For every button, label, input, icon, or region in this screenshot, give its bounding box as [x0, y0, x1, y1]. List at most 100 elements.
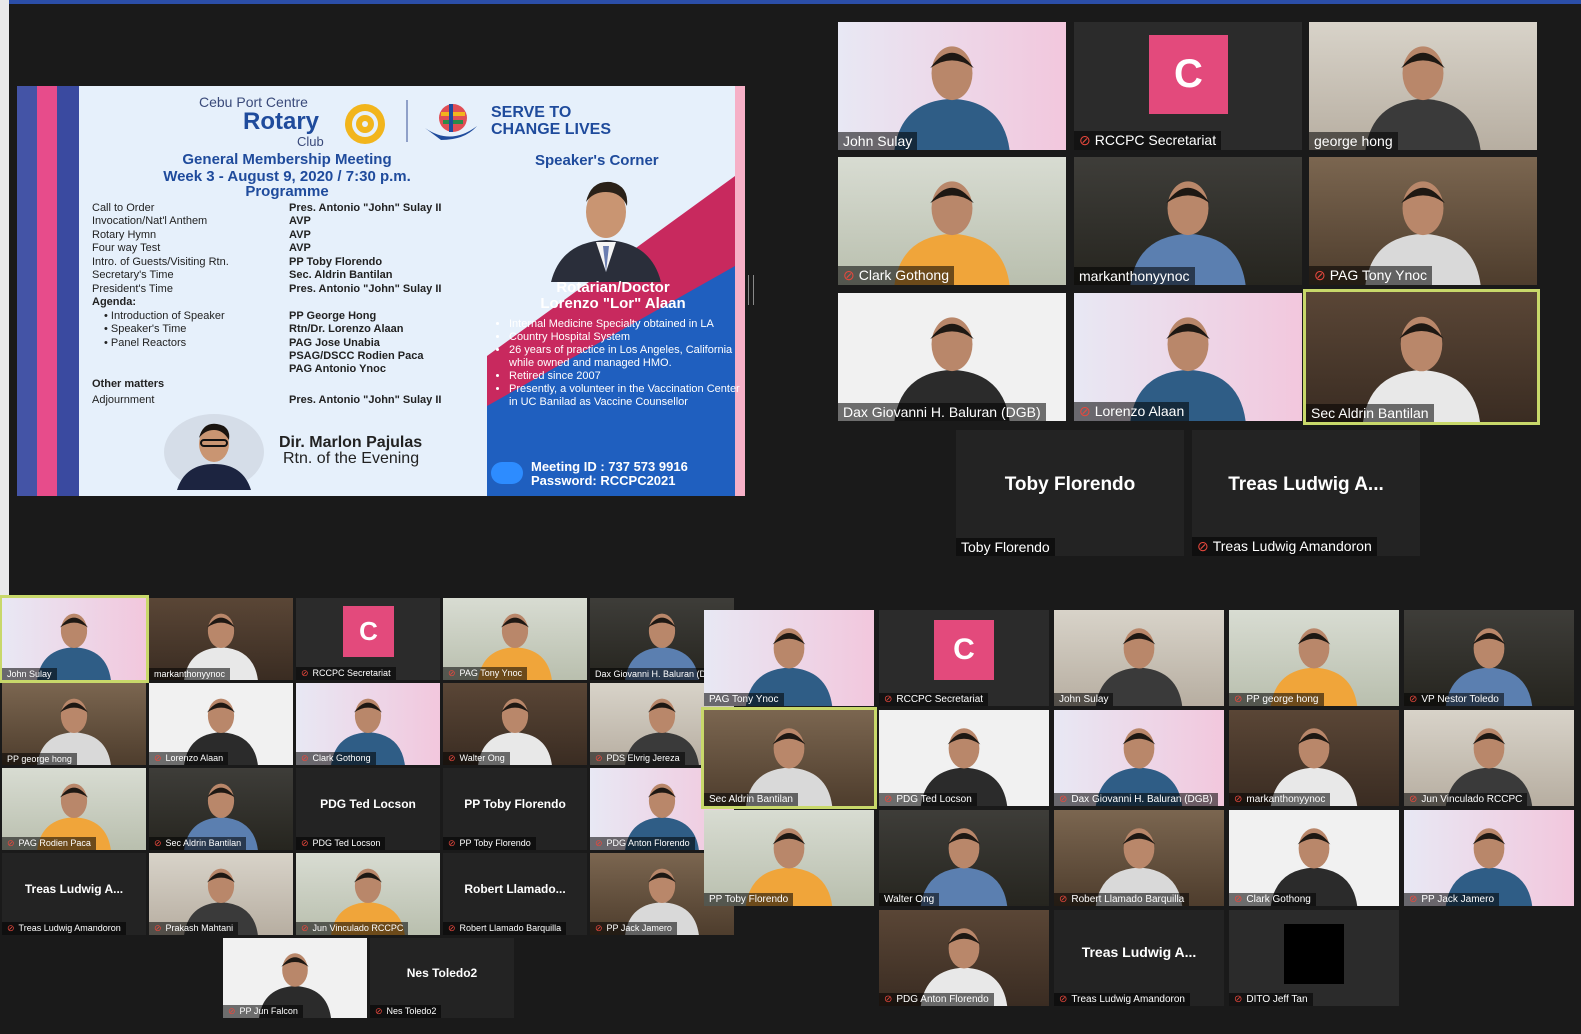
muted-mic-icon: ⊘	[7, 838, 15, 848]
participant-tile[interactable]: ⊘ PAG Rodien Paca	[2, 768, 146, 850]
participant-name: Treas Ludwig Amandoron	[18, 923, 121, 933]
muted-mic-icon: ⊘	[1079, 403, 1091, 419]
participant-tile[interactable]: ⊘ Clark Gothong	[296, 683, 440, 765]
participant-name: markanthonyynoc	[1079, 268, 1190, 284]
participant-video	[838, 22, 1066, 150]
programme-item-label: Adjournment	[92, 394, 155, 406]
participant-tile[interactable]: John Sulay	[0, 595, 149, 683]
participant-name: RCCPC Secretariat	[1094, 132, 1217, 148]
speaker-bio-item: Presently, a volunteer in the Vaccinatio…	[509, 383, 745, 409]
participant-tile[interactable]: ⊘ markanthonyynoc	[1229, 710, 1399, 806]
participant-tile[interactable]: ⊘ Jun Vinculado RCCPC	[1404, 710, 1574, 806]
participant-name-label: ⊘ Lorenzo Alaan	[149, 752, 229, 765]
participant-video	[1229, 810, 1399, 906]
participant-tile[interactable]: C ⊘ RCCPC Secretariat	[1074, 22, 1302, 150]
participant-tile[interactable]: ⊘ PAG Tony Ynoc	[1309, 157, 1537, 285]
muted-mic-icon: ⊘	[301, 838, 309, 848]
participant-tile[interactable]: ⊘ PAG Tony Ynoc	[443, 598, 587, 680]
muted-mic-icon: ⊘	[1234, 894, 1243, 905]
participant-tile[interactable]: ⊘ Sec Aldrin Bantilan	[149, 768, 293, 850]
slide-stripe-navy	[57, 86, 79, 496]
participant-center-name: Nes Toledo2	[406, 966, 478, 980]
participant-tile[interactable]: markanthonyynoc	[1074, 157, 1302, 285]
participant-tile[interactable]: ⊘ Lorenzo Alaan	[149, 683, 293, 765]
participant-name-label: ⊘ PDG Ted Locson	[879, 793, 977, 806]
participant-name-label: ⊘ Jun Vinculado RCCPC	[296, 922, 409, 935]
programme-item-label: • Speaker's Time	[104, 323, 187, 335]
muted-mic-icon: ⊘	[7, 923, 15, 933]
programme-item-person: Pres. Antonio "John" Sulay II	[289, 283, 442, 295]
participant-tile[interactable]: ⊘ PP george hong	[1229, 610, 1399, 706]
participant-tile[interactable]: Nes Toledo2 ⊘ Nes Toledo2	[370, 938, 514, 1018]
participant-tile[interactable]: John Sulay	[838, 22, 1066, 150]
participant-name: Toby Florendo	[961, 539, 1050, 555]
participant-tile[interactable]: ⊘ PDG Anton Florendo	[879, 910, 1049, 1006]
participant-video-person	[1270, 828, 1358, 906]
participant-tile[interactable]: John Sulay	[1054, 610, 1224, 706]
participant-tile[interactable]: ⊘ Robert Llamado Barquilla	[1054, 810, 1224, 906]
participant-tile[interactable]: ⊘ Clark Gothong	[1229, 810, 1399, 906]
programme-item-person: Rtn/Dr. Lorenzo Alaan	[289, 323, 404, 335]
participant-name-label: ⊘ DITO Jeff Tan	[1229, 993, 1313, 1006]
participant-tile[interactable]: ⊘ PP Jun Falcon	[223, 938, 367, 1018]
participant-tile[interactable]: Sec Aldrin Bantilan	[701, 707, 877, 809]
participant-video	[1054, 610, 1224, 706]
participant-name-label: ⊘ Robert Llamado Barquilla	[1054, 893, 1190, 906]
participant-name-label: Toby Florendo	[956, 538, 1055, 556]
participant-tile[interactable]: ⊘ Clark Gothong	[838, 157, 1066, 285]
participant-tile[interactable]: ⊘ Walter Ong	[443, 683, 587, 765]
participant-tile[interactable]: PDG Ted Locson ⊘ PDG Ted Locson	[296, 768, 440, 850]
programme-item-person: PP Toby Florendo	[289, 256, 383, 268]
participant-name: VP Nestor Toledo	[1421, 694, 1499, 705]
muted-mic-icon: ⊘	[1059, 894, 1068, 905]
participant-tile[interactable]: ⊘ VP Nestor Toledo	[1404, 610, 1574, 706]
participant-tile[interactable]: Treas Ludwig A... ⊘ Treas Ludwig Amandoron	[1192, 430, 1420, 556]
participant-tile[interactable]: markanthonyynoc	[149, 598, 293, 680]
participant-video	[1229, 610, 1399, 706]
muted-mic-icon: ⊘	[301, 668, 309, 678]
zoom-camera-icon	[491, 462, 523, 484]
participant-tile[interactable]: ⊘ DITO Jeff Tan	[1229, 910, 1399, 1006]
meeting-title: General Membership Meeting	[182, 151, 392, 168]
speaker-bio-item: Retired since 2007	[509, 370, 745, 383]
participant-tile[interactable]: PP Toby Florendo	[704, 810, 874, 906]
participant-tile[interactable]: Dax Giovanni H. Baluran (DGB)	[838, 293, 1066, 421]
participant-name: PDG Ted Locson	[312, 838, 381, 848]
programme-item-label: Intro. of Guests/Visiting Rtn.	[92, 256, 229, 268]
participant-tile[interactable]: PAG Tony Ynoc	[704, 610, 874, 706]
participant-tile[interactable]: Robert Llamado... ⊘ Robert Llamado Barquil…	[443, 853, 587, 935]
muted-mic-icon: ⊘	[1314, 267, 1326, 283]
participant-name: PAG Tony Ynoc	[709, 694, 779, 705]
participant-name: Lorenzo Alaan	[165, 753, 224, 763]
programme-item-label: Agenda:	[92, 296, 136, 308]
participant-tile[interactable]: PP Toby Florendo ⊘ PP Toby Florendo	[443, 768, 587, 850]
participant-tile[interactable]: Walter Ong	[879, 810, 1049, 906]
participant-tile[interactable]: Treas Ludwig A... ⊘ Treas Ludwig Amandoron	[1054, 910, 1224, 1006]
participant-tile[interactable]: ⊘ PDG Ted Locson	[879, 710, 1049, 806]
muted-mic-icon: ⊘	[1234, 694, 1243, 705]
participant-tile[interactable]: C ⊘ RCCPC Secretariat	[879, 610, 1049, 706]
participant-tile[interactable]: Toby Florendo Toby Florendo	[956, 430, 1184, 556]
muted-mic-icon: ⊘	[1079, 132, 1091, 148]
split-view-resize-handle[interactable]	[748, 275, 754, 305]
participant-tile[interactable]: PP george hong	[2, 683, 146, 765]
participant-video-person	[1445, 828, 1533, 906]
participant-name-label: PP Toby Florendo	[704, 893, 794, 906]
participant-name-label: ⊘ RCCPC Secretariat	[879, 693, 989, 706]
participant-tile[interactable]: ⊘ PP Jack Jamero	[1404, 810, 1574, 906]
muted-mic-icon: ⊘	[595, 838, 603, 848]
participant-tile[interactable]: ⊘ Jun Vinculado RCCPC	[296, 853, 440, 935]
participant-tile[interactable]: Sec Aldrin Bantilan	[1303, 289, 1540, 425]
rotary-wheel-logo-icon	[345, 104, 385, 144]
participant-tile[interactable]: ⊘ Lorenzo Alaan	[1074, 293, 1302, 421]
participant-name: Treas Ludwig Amandoron	[1212, 538, 1372, 554]
participant-tile[interactable]: ⊘ Prakash Mahtani	[149, 853, 293, 935]
participant-video-person	[894, 46, 1010, 150]
participant-tile[interactable]: george hong	[1309, 22, 1537, 150]
participant-tile[interactable]: ⊘ Dax Giovanni H. Baluran (DGB)	[1054, 710, 1224, 806]
participant-name-label: John Sulay	[838, 132, 918, 150]
participant-tile[interactable]: Treas Ludwig A... ⊘ Treas Ludwig Amandoron	[2, 853, 146, 935]
club-name-rotary: Rotary	[243, 108, 320, 135]
participant-tile[interactable]: C ⊘ RCCPC Secretariat	[296, 598, 440, 680]
participant-name-label: ⊘ PDG Anton Florendo	[879, 993, 994, 1006]
